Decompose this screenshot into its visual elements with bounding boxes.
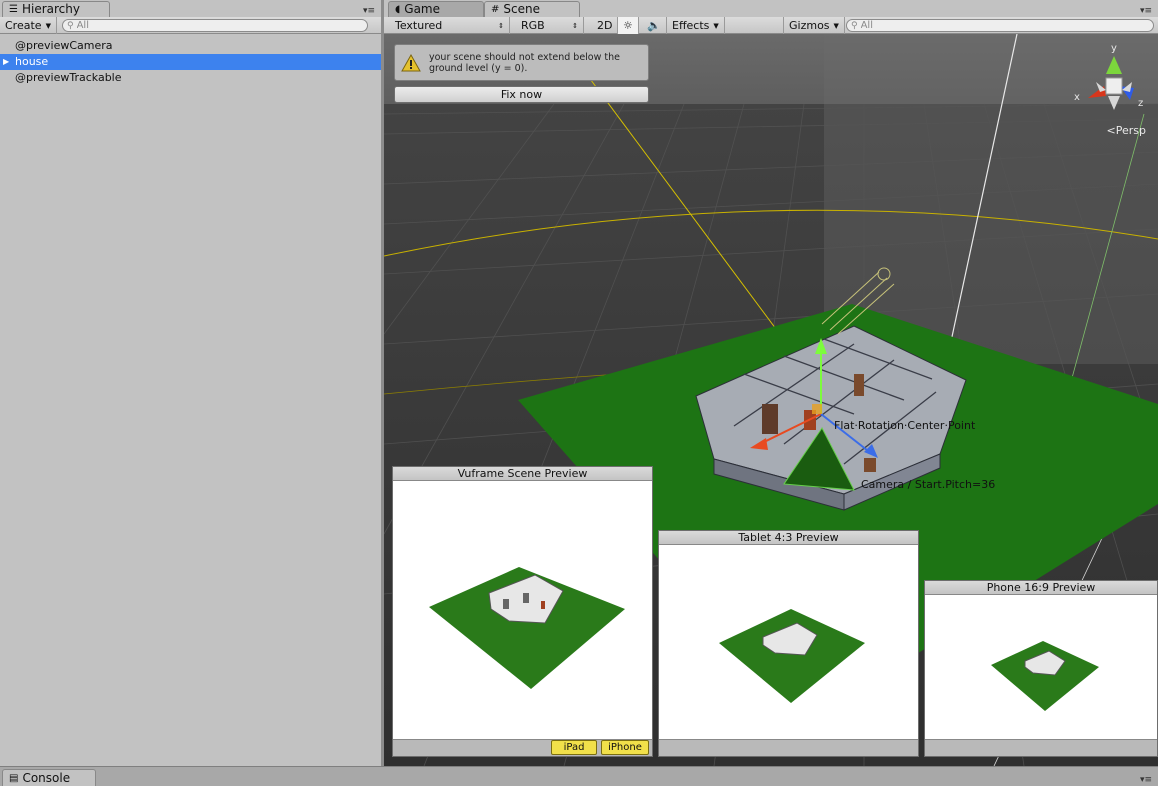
hierarchy-search[interactable]: ⚲: [62, 19, 368, 32]
scene-toolbar: Textured ⇕ RGB ⇕ 2D ☼ 🔈 Effects ▼ Gizmos…: [384, 17, 1158, 34]
list-item-label: @previewCamera: [15, 39, 113, 52]
scene-search-input[interactable]: [860, 20, 1153, 31]
hierarchy-panel: ☰ Hierarchy ▾≡ Create ▼ ⚲ @previewCamera…: [0, 0, 381, 766]
chevron-down-icon: ▼: [833, 21, 839, 30]
ipad-button[interactable]: iPad: [551, 740, 597, 755]
axis-x-label: x: [1074, 92, 1080, 103]
rotation-point-label: Flat·Rotation·Center·Point: [834, 419, 976, 432]
draw-mode-dropdown[interactable]: Textured ⇕: [390, 17, 510, 34]
pacman-icon: ◖: [395, 4, 401, 15]
preview-title: Vuframe Scene Preview: [393, 467, 652, 481]
projection-label: Persp: [1115, 124, 1146, 137]
vuframe-scene-preview: Vuframe Scene Preview iPad iPhone: [392, 466, 653, 757]
ground-warning-box: your scene should not extend below the g…: [394, 44, 649, 81]
fix-now-button[interactable]: Fix now: [394, 86, 649, 103]
render-mode-dropdown[interactable]: RGB ⇕: [516, 17, 584, 34]
warning-icon: [401, 53, 421, 71]
hierarchy-item-house[interactable]: ▶ house: [0, 54, 381, 70]
sun-icon: ☼: [623, 18, 633, 32]
axis-z-label: z: [1138, 98, 1143, 109]
panel-menu-icon[interactable]: ▾≡: [1140, 6, 1152, 16]
updown-icon: ⇕: [498, 21, 504, 30]
preview-render: [991, 641, 1099, 711]
chevron-down-icon: ▼: [45, 21, 51, 30]
create-label: Create: [5, 18, 42, 32]
preview-footer: [659, 739, 918, 756]
tab-hierarchy-label: Hierarchy: [21, 2, 80, 16]
draw-mode-label: Textured: [395, 18, 443, 32]
iphone-button[interactable]: iPhone: [601, 740, 649, 755]
tab-console[interactable]: ▤ Console: [2, 769, 96, 786]
hierarchy-item-previewcamera[interactable]: @previewCamera: [0, 38, 381, 54]
updown-icon: ⇕: [572, 21, 578, 30]
scene-search[interactable]: ⚲: [846, 19, 1154, 32]
scene-viewport[interactable]: y x z your scene should not extend below…: [384, 34, 1158, 766]
audio-toggle[interactable]: 🔈: [642, 17, 667, 34]
chevron-left-icon: <: [1106, 124, 1116, 137]
hierarchy-item-previewtrackable[interactable]: @previewTrackable: [0, 70, 381, 86]
tablet-preview: Tablet 4:3 Preview: [658, 530, 919, 757]
projection-toggle[interactable]: <Persp: [1107, 124, 1146, 137]
toggle-2d-label: 2D: [597, 18, 613, 32]
preview-footer: [925, 739, 1157, 756]
phone-preview: Phone 16:9 Preview: [924, 580, 1158, 757]
chevron-down-icon: ▼: [713, 21, 719, 30]
preview-title: Tablet 4:3 Preview: [659, 531, 918, 545]
console-icon: ▤: [9, 772, 19, 784]
warning-text: your scene should not extend below the g…: [429, 51, 621, 74]
expand-arrow-icon[interactable]: ▶: [3, 54, 9, 70]
bottom-dock: ▤ Console ▾≡: [0, 766, 1158, 786]
search-icon: ⚲: [851, 20, 858, 31]
preview-title: Phone 16:9 Preview: [925, 581, 1157, 595]
preview-render: [719, 609, 865, 703]
panel-menu-icon[interactable]: ▾≡: [363, 6, 375, 16]
effects-label: Effects: [672, 18, 710, 32]
effects-dropdown[interactable]: Effects ▼: [667, 17, 725, 34]
list-item-label: house: [15, 55, 49, 68]
grid-icon: #: [491, 4, 500, 15]
tab-game-label: Game: [404, 2, 441, 16]
tab-scene[interactable]: # Scene: [484, 1, 580, 17]
list-item-label: @previewTrackable: [15, 71, 122, 84]
lighting-toggle[interactable]: ☼: [618, 17, 639, 34]
tab-hierarchy[interactable]: ☰ Hierarchy: [2, 1, 110, 17]
preview-footer: iPad iPhone: [393, 739, 652, 756]
preview-render: [429, 567, 625, 689]
speaker-icon: 🔈: [647, 18, 661, 32]
toggle-2d-button[interactable]: 2D: [592, 17, 619, 34]
hierarchy-list: @previewCamera ▶ house @previewTrackable: [0, 38, 381, 86]
hierarchy-toolbar: Create ▼ ⚲: [0, 17, 381, 34]
axis-y-label: y: [1111, 43, 1117, 54]
tab-console-label: Console: [22, 770, 71, 785]
tab-scene-label: Scene: [503, 2, 540, 16]
tab-game[interactable]: ◖ Game: [388, 1, 484, 17]
scene-panel: ◖ Game # Scene ▾≡ Textured ⇕ RGB ⇕ 2D ☼ …: [384, 0, 1158, 766]
panel-menu-icon[interactable]: ▾≡: [1140, 775, 1152, 785]
gizmos-dropdown[interactable]: Gizmos ▼: [783, 17, 845, 34]
hierarchy-search-input[interactable]: [76, 20, 367, 31]
search-icon: ⚲: [67, 20, 74, 31]
list-icon: ☰: [9, 4, 18, 15]
create-dropdown[interactable]: Create ▼: [0, 17, 57, 34]
camera-pitch-label: Camera / Start.Pitch=36: [861, 478, 996, 491]
render-mode-label: RGB: [521, 18, 545, 32]
gizmos-label: Gizmos: [789, 18, 830, 32]
